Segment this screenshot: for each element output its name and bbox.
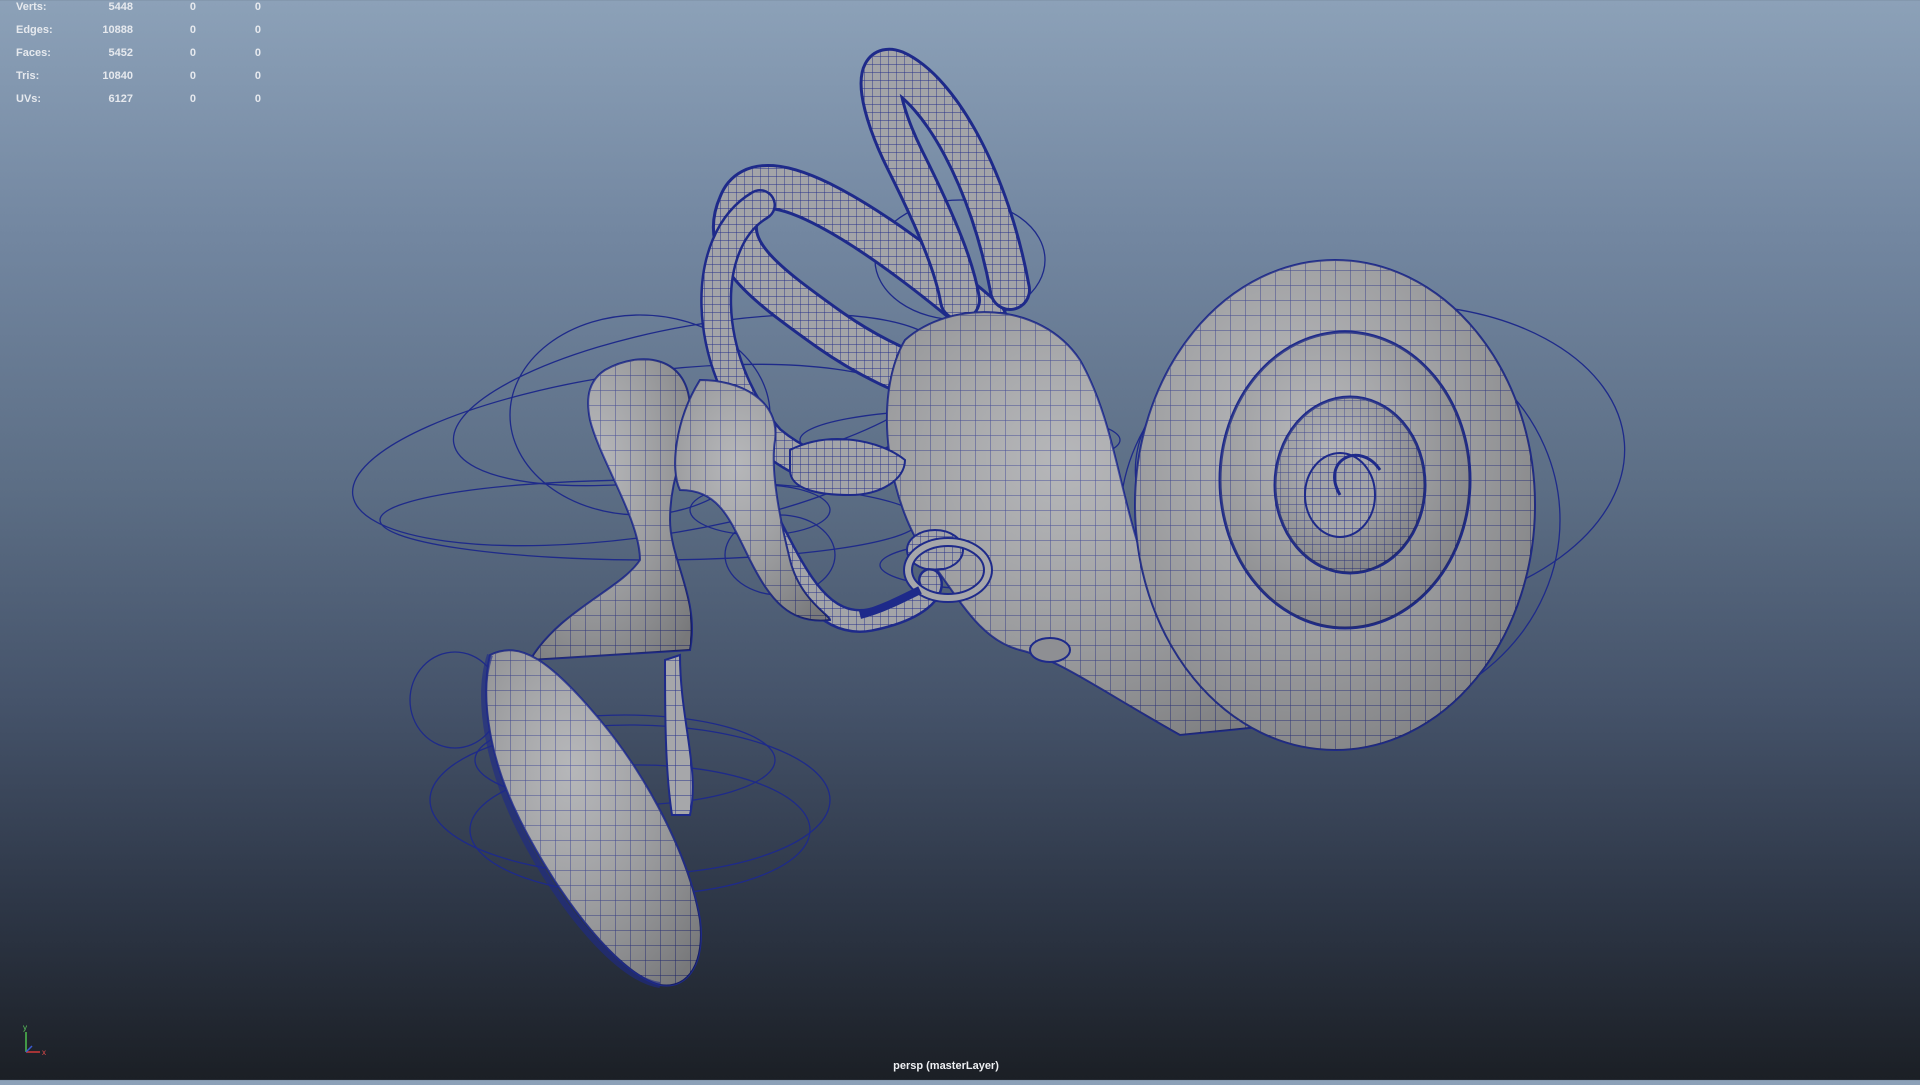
view-axis-icon: y x — [23, 1023, 46, 1056]
z-axis-line — [25, 1045, 33, 1053]
hud-value: 0 — [189, 47, 196, 59]
hud-row-uvs: UVs: 6127 0 0 — [16, 92, 276, 115]
hud-value: 0 — [254, 47, 261, 59]
cochlea[interactable] — [1134, 259, 1536, 751]
x-axis-label: x — [42, 1048, 46, 1056]
hud-label: Edges: — [16, 24, 53, 36]
inner-ear-model[interactable] — [0, 0, 1920, 1080]
hud-value: 0 — [189, 93, 196, 105]
hud-row-edges: Edges: 10888 0 0 — [16, 23, 276, 46]
hud-value: 0 — [189, 24, 196, 36]
poly-count-hud: Verts: 5448 0 0 Edges: 10888 0 0 Faces: … — [16, 0, 276, 115]
hud-value: 0 — [254, 1, 261, 13]
hud-value: 0 — [254, 70, 261, 82]
hud-label: Tris: — [16, 70, 40, 82]
hud-value: 10888 — [102, 24, 133, 36]
hud-value: 6127 — [108, 93, 133, 105]
3d-viewport[interactable] — [0, 0, 1920, 1080]
camera-name-label: persp (masterLayer) — [893, 1060, 999, 1072]
hud-value: 10840 — [102, 70, 133, 82]
hud-value: 5452 — [108, 47, 133, 59]
hud-value: 0 — [254, 24, 261, 36]
hud-label: Faces: — [16, 47, 51, 59]
y-axis-label: y — [23, 1023, 27, 1032]
hud-label: Verts: — [16, 1, 47, 13]
hud-row-faces: Faces: 5452 0 0 — [16, 46, 276, 69]
hud-label: UVs: — [16, 93, 42, 105]
hud-row-tris: Tris: 10840 0 0 — [16, 69, 276, 92]
hud-row-verts: Verts: 5448 0 0 — [16, 0, 276, 23]
hud-value: 0 — [254, 93, 261, 105]
hud-value: 0 — [189, 1, 196, 13]
hud-value: 0 — [189, 70, 196, 82]
hud-value: 5448 — [108, 1, 133, 13]
